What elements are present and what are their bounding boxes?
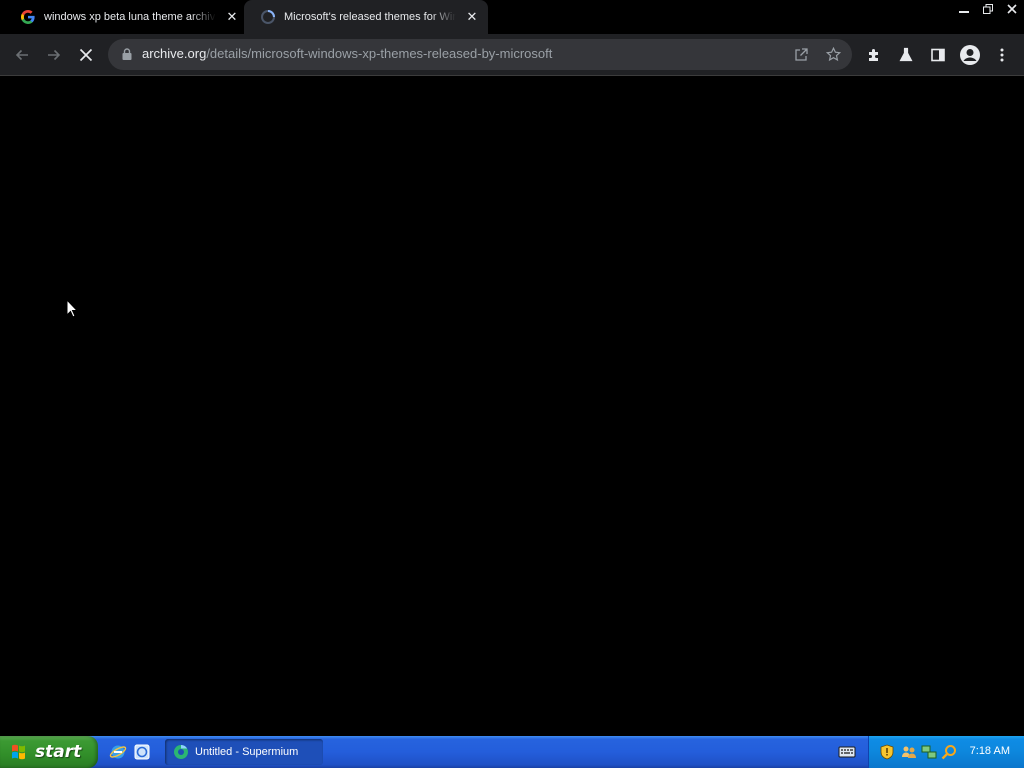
taskbar-item-supermium[interactable]: Untitled - Supermium — [165, 739, 323, 765]
supermium-icon — [174, 744, 188, 759]
labs-button[interactable] — [890, 39, 922, 71]
google-g-icon — [21, 10, 35, 24]
stop-icon — [79, 48, 93, 62]
tab-strip: windows xp beta luna theme archive ✕ Mic… — [0, 0, 1024, 34]
profile-button[interactable] — [954, 39, 986, 71]
share-icon — [795, 48, 808, 61]
taskbar: start Untitled - Supermium 7:18 AM — [0, 736, 1024, 768]
tab-close-icon[interactable]: ✕ — [464, 9, 480, 25]
browser-toolbar: archive.org/details/microsoft-windows-xp… — [0, 34, 1024, 76]
minimize-icon[interactable] — [952, 0, 976, 18]
stop-button[interactable] — [70, 39, 102, 71]
star-icon — [826, 47, 841, 62]
tab-google-search[interactable]: windows xp beta luna theme archive ✕ — [0, 0, 244, 34]
tab-archive-org[interactable]: Microsoft's released themes for Windows … — [244, 0, 488, 34]
forward-button[interactable] — [38, 39, 70, 71]
users-icon[interactable] — [901, 744, 917, 760]
browser-icon[interactable] — [133, 743, 151, 761]
extensions-button[interactable] — [858, 39, 890, 71]
tab-close-icon[interactable]: ✕ — [224, 9, 240, 25]
url-host: archive.org — [142, 46, 207, 61]
share-button[interactable] — [786, 39, 817, 70]
bookmark-button[interactable] — [818, 39, 849, 70]
forward-arrow-icon — [48, 49, 61, 61]
start-label: start — [35, 742, 82, 762]
back-arrow-icon — [15, 49, 28, 61]
tab-title: windows xp beta luna theme archive — [44, 11, 216, 23]
loading-spinner-icon — [261, 10, 275, 24]
side-panel-button[interactable] — [922, 39, 954, 71]
system-tray: 7:18 AM — [868, 736, 1024, 768]
side-panel-icon — [931, 48, 945, 62]
profile-icon — [960, 45, 980, 65]
taskbar-item-label: Untitled - Supermium — [195, 746, 299, 758]
puzzle-icon — [869, 49, 878, 61]
windows-flag-icon — [12, 744, 25, 760]
security-shield-icon[interactable] — [879, 744, 895, 760]
mouse-cursor-icon — [66, 299, 78, 318]
keyboard-icon[interactable] — [838, 744, 856, 760]
flask-icon — [899, 47, 913, 62]
network-icon[interactable] — [921, 744, 937, 760]
window-controls — [952, 0, 1024, 18]
back-button[interactable] — [6, 39, 38, 71]
internet-explorer-icon[interactable] — [109, 743, 127, 761]
address-bar[interactable]: archive.org/details/microsoft-windows-xp… — [108, 39, 852, 70]
search-icon[interactable] — [941, 744, 957, 760]
close-icon[interactable] — [1000, 0, 1024, 18]
page-content[interactable] — [0, 77, 1024, 736]
start-button[interactable]: start — [0, 736, 98, 768]
lock-icon[interactable] — [120, 47, 134, 61]
kebab-menu-icon — [1000, 48, 1004, 62]
url-text[interactable]: archive.org/details/microsoft-windows-xp… — [142, 46, 552, 61]
restore-icon[interactable] — [976, 0, 1000, 18]
tab-title: Microsoft's released themes for Windows … — [284, 11, 456, 23]
clock[interactable]: 7:18 AM — [970, 745, 1010, 757]
url-path: /details/microsoft-windows-xp-themes-rel… — [206, 46, 553, 61]
screen: windows xp beta luna theme archive ✕ Mic… — [0, 0, 1024, 768]
menu-button[interactable] — [986, 39, 1018, 71]
